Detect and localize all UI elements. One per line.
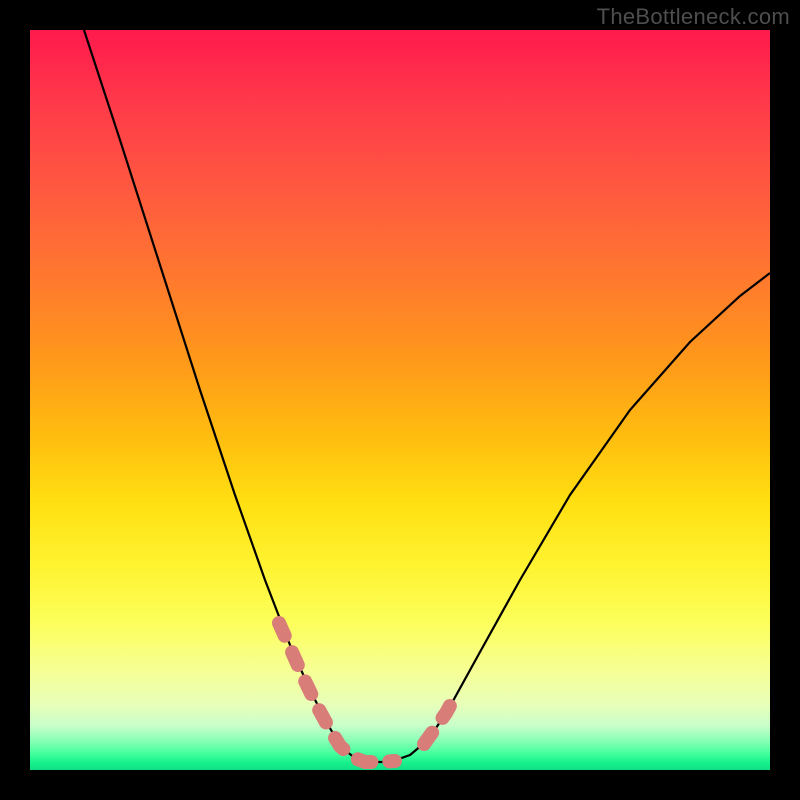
right-curve	[370, 273, 770, 762]
marker-right-arm	[424, 693, 457, 744]
chart-frame	[30, 30, 770, 770]
left-curve	[84, 30, 370, 762]
watermark-label: TheBottleneck.com	[597, 4, 790, 30]
curve-overlay	[30, 30, 770, 770]
marker-left-arm	[279, 623, 395, 762]
